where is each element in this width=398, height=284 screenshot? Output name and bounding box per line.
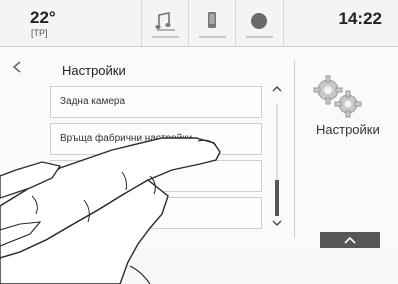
list-item-factory-reset[interactable]: Връща фабрични настройки — [50, 123, 262, 155]
media-tab[interactable] — [235, 0, 284, 46]
list-item-rear-camera[interactable]: Задна камера — [50, 86, 262, 118]
tab-underline — [199, 36, 226, 38]
bottom-bezel — [0, 248, 398, 284]
list-item-software-info[interactable]: Софтуер инфо — [50, 160, 262, 192]
status-bar: 22° [TP] 14:22 — [0, 0, 398, 47]
music-tab[interactable] — [141, 0, 189, 46]
panel-divider — [294, 60, 295, 238]
side-panel-label: Настройки — [316, 122, 380, 137]
scroll-up-icon[interactable] — [272, 84, 282, 97]
temperature-zone-label: [TP] — [31, 28, 48, 38]
list-item-partial[interactable] — [50, 197, 262, 229]
phone-tab[interactable] — [188, 0, 236, 46]
tab-underline — [152, 36, 179, 38]
list-item-label: Софтуер инфо — [60, 170, 130, 181]
tab-underline — [246, 36, 273, 38]
collapse-button[interactable] — [320, 232, 380, 248]
back-arrow-icon[interactable] — [10, 60, 24, 74]
scroll-thumb[interactable] — [275, 180, 279, 216]
clock: 14:22 — [338, 9, 382, 28]
gears-icon — [310, 74, 366, 125]
scrollbar[interactable] — [268, 84, 286, 234]
page-title: Настройки — [62, 63, 126, 78]
scroll-down-icon[interactable] — [272, 218, 282, 231]
list-item-label: Задна камера — [60, 96, 126, 107]
temperature-display[interactable]: 22° — [30, 8, 56, 28]
list-item-label: Връща фабрични настройки — [60, 133, 193, 144]
